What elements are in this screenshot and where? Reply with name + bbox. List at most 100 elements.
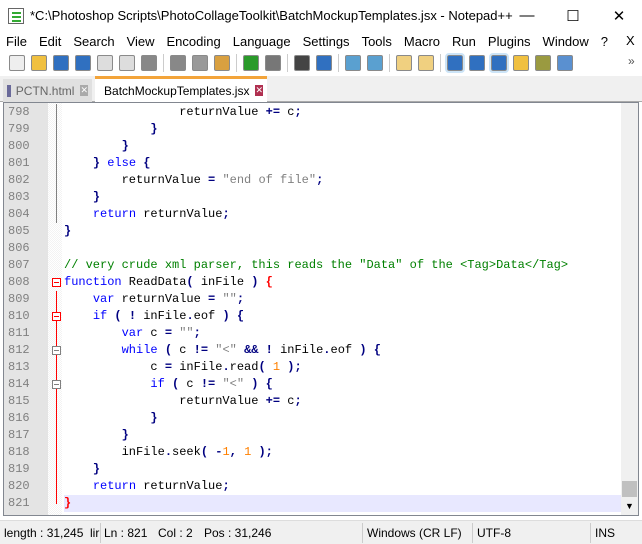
code-line[interactable]: 801 } else { <box>4 155 624 172</box>
menu-plugins[interactable]: Plugins <box>482 34 537 49</box>
code-line[interactable]: 805} <box>4 223 624 240</box>
menu-encoding[interactable]: Encoding <box>161 34 227 49</box>
close-document-button[interactable]: X <box>626 33 635 48</box>
code-line[interactable]: 800 } <box>4 138 624 155</box>
menu-file[interactable]: File <box>0 34 33 49</box>
find-icon[interactable] <box>294 55 310 71</box>
zoom-in-icon[interactable] <box>345 55 361 71</box>
scroll-down-arrow[interactable]: ▼ <box>621 498 638 515</box>
fold-line <box>56 478 57 495</box>
token-ws <box>64 122 150 136</box>
close-button[interactable]: ✕ <box>596 0 642 31</box>
token-kw: function <box>64 275 122 289</box>
menu-run[interactable]: Run <box>446 34 482 49</box>
token-kw: while <box>121 343 158 357</box>
token-op: ; <box>265 445 273 459</box>
token-kw: if <box>92 309 108 323</box>
menu-settings[interactable]: Settings <box>297 34 356 49</box>
code-line[interactable]: 819 } <box>4 461 624 478</box>
menu-view[interactable]: View <box>121 34 161 49</box>
code-line[interactable]: 809 var returnValue = ""; <box>4 291 624 308</box>
cut-icon[interactable] <box>170 55 186 71</box>
menu-[interactable]: ? <box>595 34 614 49</box>
close-all-icon[interactable] <box>119 55 135 71</box>
show-all-characters-icon[interactable] <box>469 55 485 71</box>
menu-macro[interactable]: Macro <box>398 34 446 49</box>
code-line[interactable]: 802 returnValue = "end of file"; <box>4 172 624 189</box>
token-id: c <box>150 360 165 374</box>
code-line[interactable]: 820 return returnValue; <box>4 478 624 495</box>
line-number: 806 <box>8 241 30 255</box>
fold-collapse-icon[interactable] <box>52 380 61 389</box>
code-line[interactable]: 808 function ReadData( inFile ) { <box>4 274 624 291</box>
code-line[interactable]: 812 while ( c != "<" && ! inFile.eof ) { <box>4 342 624 359</box>
code-text: return returnValue; <box>64 206 624 223</box>
code-line[interactable]: 806 <box>4 240 624 257</box>
code-line[interactable]: 811 var c = ""; <box>4 325 624 342</box>
sync-vertical-icon[interactable] <box>396 55 412 71</box>
zoom-out-icon[interactable] <box>367 55 383 71</box>
status-bar: length : 31,245 lir Ln : 821 Col : 2 Pos… <box>0 520 642 544</box>
save-all-icon[interactable] <box>75 55 91 71</box>
code-line[interactable]: 803 } <box>4 189 624 206</box>
menu-search[interactable]: Search <box>67 34 120 49</box>
close-icon[interactable] <box>97 55 113 71</box>
code-line[interactable]: 810 if ( ! inFile.eof ) { <box>4 308 624 325</box>
code-line[interactable]: 815 returnValue += c; <box>4 393 624 410</box>
toolbar-separator <box>163 54 164 72</box>
replace-icon[interactable] <box>316 55 332 71</box>
menu-edit[interactable]: Edit <box>33 34 67 49</box>
document-list-icon[interactable] <box>557 55 573 71</box>
code-text: } <box>64 121 624 138</box>
word-wrap-icon[interactable] <box>445 53 465 73</box>
menu-window[interactable]: Window <box>537 34 595 49</box>
code-line[interactable]: 818 inFile.seek( -1, 1 ); <box>4 444 624 461</box>
code-editor[interactable]: 798 returnValue += c; 799 } 800 } 801 } els… <box>3 102 639 516</box>
code-line[interactable]: 816 } <box>4 410 624 427</box>
save-icon[interactable] <box>53 55 69 71</box>
fold-collapse-icon[interactable] <box>52 312 61 321</box>
fold-line <box>56 325 57 342</box>
open-file-icon[interactable] <box>31 55 47 71</box>
token-op: ( <box>200 445 209 459</box>
menu-language[interactable]: Language <box>227 34 297 49</box>
token-br: { <box>265 275 273 289</box>
token-id: ReadData <box>121 275 187 289</box>
token-id <box>237 343 244 357</box>
new-file-icon[interactable] <box>9 55 25 71</box>
tab-batchmockuptemplates-jsx[interactable]: BatchMockupTemplates.jsx ✕ <box>95 76 267 102</box>
menu-tools[interactable]: Tools <box>356 34 398 49</box>
maximize-button[interactable]: ☐ <box>550 0 596 31</box>
undo-icon[interactable] <box>243 55 259 71</box>
copy-icon[interactable] <box>192 55 208 71</box>
document-map-icon[interactable] <box>535 55 551 71</box>
fold-collapse-icon[interactable] <box>52 278 61 287</box>
paste-icon[interactable] <box>214 55 230 71</box>
code-line[interactable]: 799 } <box>4 121 624 138</box>
code-line[interactable]: 813 c = inFile.read( 1 ); <box>4 359 624 376</box>
vertical-scrollbar[interactable]: ▼ <box>621 103 638 515</box>
status-line: Ln : 821 <box>104 526 148 540</box>
scrollbar-thumb[interactable] <box>622 481 637 497</box>
tab-close-icon[interactable]: ✕ <box>80 85 88 96</box>
user-defined-language-icon[interactable] <box>513 55 529 71</box>
code-line[interactable]: 807 // very crude xml parser, this reads … <box>4 257 624 274</box>
tab-pctn-html[interactable]: PCTN.html ✕ <box>3 79 92 102</box>
print-icon[interactable] <box>141 55 157 71</box>
code-line[interactable]: 821} <box>4 495 624 512</box>
redo-icon[interactable] <box>265 55 281 71</box>
code-line[interactable]: 814 if ( c != "<" ) { <box>4 376 624 393</box>
status-lines: lir <box>90 526 100 540</box>
toolbar-overflow-button[interactable]: » <box>628 54 635 68</box>
token-op: } <box>92 190 101 204</box>
sync-horizontal-icon[interactable] <box>418 55 434 71</box>
tab-close-icon[interactable]: ✕ <box>255 85 263 96</box>
fold-collapse-icon[interactable] <box>52 346 61 355</box>
code-line[interactable]: 798 returnValue += c; <box>4 104 624 121</box>
indent-guide-icon[interactable] <box>489 53 509 73</box>
minimize-button[interactable]: — <box>504 0 550 31</box>
token-id: returnValue <box>136 207 223 221</box>
code-line[interactable]: 817 } <box>4 427 624 444</box>
code-line[interactable]: 804 return returnValue; <box>4 206 624 223</box>
token-str: "<" <box>222 377 245 391</box>
